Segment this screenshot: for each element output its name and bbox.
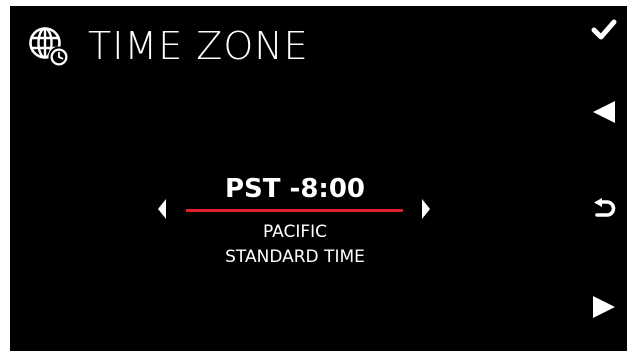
zone-name: PACIFIC STANDARD TIME (186, 220, 404, 270)
zone-name-line-2: STANDARD TIME (225, 247, 365, 267)
previous-zone-button[interactable] (154, 196, 170, 226)
previous-button[interactable] (582, 92, 626, 132)
back-button[interactable] (582, 189, 626, 229)
zone-name-line-1: PACIFIC (262, 222, 328, 242)
chevron-left-icon (157, 198, 167, 224)
time-zone-selector: PST -8:00 PACIFIC STANDARD TIME (150, 166, 450, 276)
device-screen: TIME ZONE PST -8:00 PACIFIC STANDARD TIM… (10, 6, 627, 351)
globe-clock-icon (27, 25, 71, 69)
triangle-right-icon (591, 294, 617, 320)
next-zone-button[interactable] (418, 196, 434, 226)
triangle-left-icon (591, 99, 617, 125)
header: TIME ZONE (10, 6, 570, 86)
return-icon (592, 198, 616, 220)
page-title: TIME ZONE (88, 24, 309, 68)
chevron-right-icon (421, 198, 431, 224)
checkmark-icon (591, 19, 617, 41)
selection-underline (186, 209, 403, 212)
next-button[interactable] (582, 287, 626, 327)
zone-code-value: PST -8:00 (224, 174, 366, 204)
confirm-button[interactable] (582, 10, 626, 50)
